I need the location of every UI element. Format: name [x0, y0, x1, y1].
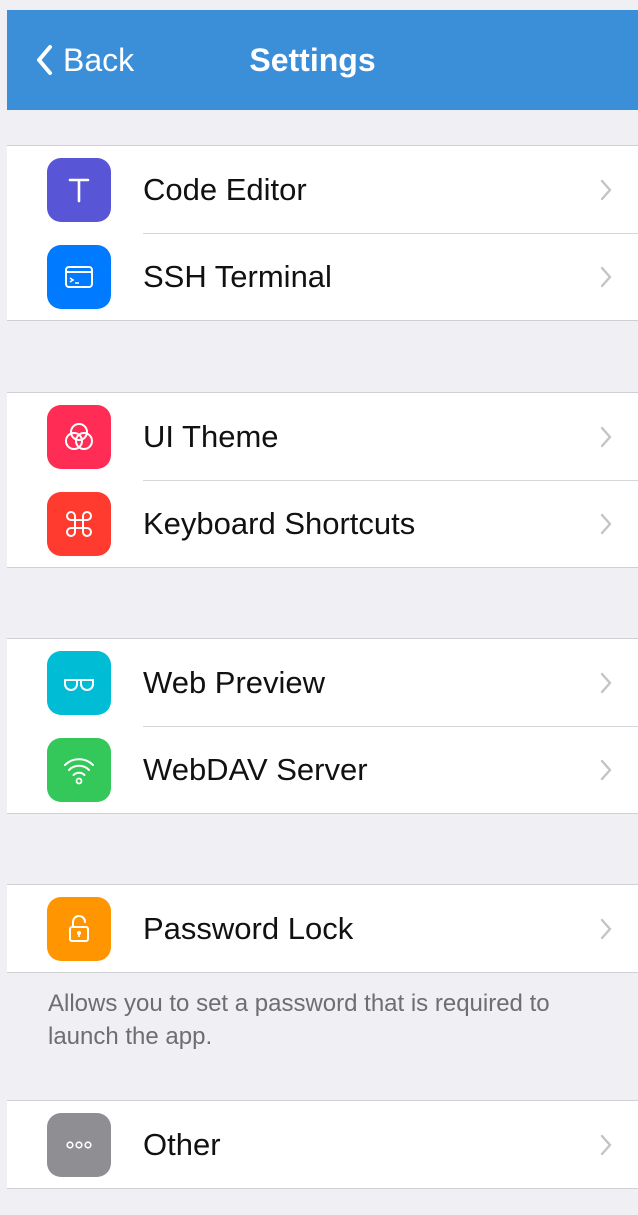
settings-row-other[interactable]: Other — [7, 1101, 638, 1188]
settings-row-label: WebDAV Server — [143, 751, 368, 787]
chevron-right-icon — [600, 1134, 612, 1155]
settings-row-keyboard-shortcuts[interactable]: Keyboard Shortcuts — [7, 480, 638, 567]
navigation-bar: Back Settings — [7, 10, 638, 110]
command-icon — [47, 491, 111, 556]
settings-row-ssh-terminal[interactable]: SSH Terminal — [7, 233, 638, 320]
settings-row-label: Web Preview — [143, 664, 326, 700]
terminal-icon — [47, 244, 111, 309]
settings-group-other: Other — [7, 1100, 638, 1189]
settings-row-web-preview[interactable]: Web Preview — [7, 639, 638, 726]
wifi-icon — [47, 737, 111, 802]
settings-group-appearance: UI Theme Keyboard Shortcuts — [7, 392, 638, 568]
settings-group-editor: Code Editor SSH Terminal — [7, 145, 638, 321]
settings-row-label: Code Editor — [143, 171, 307, 207]
password-lock-footnote: Allows you to set a password that is req… — [48, 990, 550, 1050]
chevron-right-icon — [600, 759, 612, 780]
settings-row-label: Password Lock — [143, 910, 354, 946]
chevron-right-icon — [600, 179, 612, 200]
lock-icon — [47, 896, 111, 961]
settings-group-web: Web Preview WebDAV Server — [7, 638, 638, 814]
settings-row-code-editor[interactable]: Code Editor — [7, 146, 638, 233]
chevron-right-icon — [600, 426, 612, 447]
settings-row-label: Keyboard Shortcuts — [143, 505, 416, 541]
settings-row-label: SSH Terminal — [143, 258, 332, 294]
more-dots-icon — [47, 1112, 111, 1177]
chevron-right-icon — [600, 513, 612, 534]
settings-row-ui-theme[interactable]: UI Theme — [7, 393, 638, 480]
chevron-right-icon — [600, 266, 612, 287]
chevron-right-icon — [600, 672, 612, 693]
page-title: Settings — [249, 41, 376, 78]
text-t-icon — [47, 157, 111, 222]
settings-row-label: UI Theme — [143, 418, 279, 454]
chevron-right-icon — [600, 918, 612, 939]
settings-row-password-lock[interactable]: Password Lock — [7, 885, 638, 972]
settings-row-label: Other — [143, 1126, 221, 1162]
glasses-icon — [47, 650, 111, 715]
circles-icon — [47, 404, 111, 469]
settings-row-webdav-server[interactable]: WebDAV Server — [7, 726, 638, 813]
settings-group-security: Password Lock — [7, 884, 638, 973]
